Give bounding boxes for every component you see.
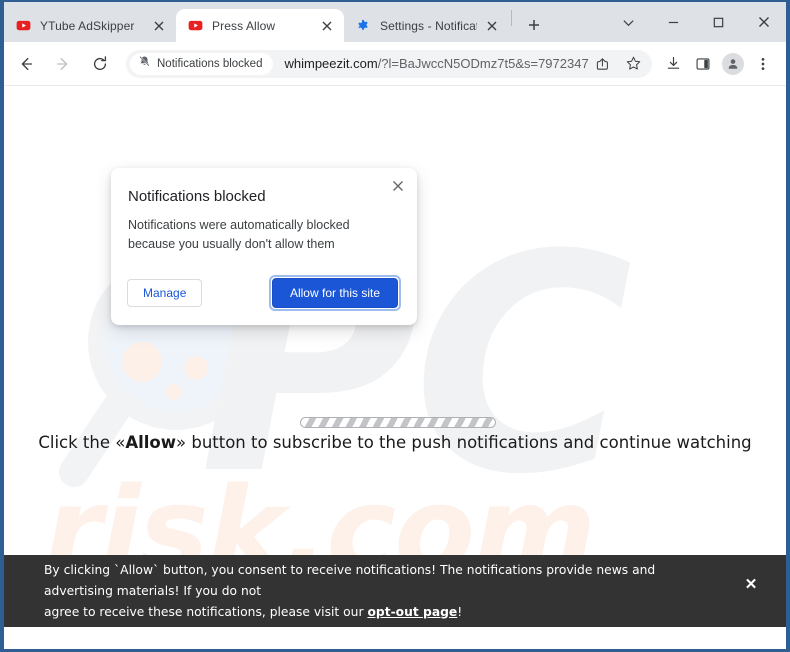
tab-close-icon[interactable]	[150, 17, 168, 35]
loading-progress-bar	[300, 417, 496, 428]
toolbar-actions	[658, 51, 778, 77]
bookmark-star-icon[interactable]	[620, 51, 646, 77]
bell-blocked-icon	[138, 55, 151, 73]
blocked-chip-label: Notifications blocked	[157, 57, 263, 70]
maximize-button[interactable]	[696, 2, 741, 42]
address-bar[interactable]: Notifications blocked whimpeezit.com/?l=…	[126, 49, 652, 78]
page-content: PC risk.com Click the «Allow» button to …	[4, 86, 786, 627]
settings-gear-icon	[355, 18, 371, 34]
bubble-body-text: Notifications were automatically blocked…	[128, 218, 350, 251]
banner-line2-before: agree to receive these notifications, pl…	[44, 604, 368, 619]
cta-before: Click the «	[38, 433, 126, 452]
tab-separator	[511, 10, 512, 26]
notifications-blocked-chip[interactable]: Notifications blocked	[130, 52, 274, 75]
url-host: whimpeezit.com	[284, 56, 378, 71]
tab-ytube-adskipper[interactable]: YTube AdSkipper	[4, 9, 176, 42]
tab-settings-notifications[interactable]: Settings - Notificatio	[344, 9, 509, 42]
browser-window: YTube AdSkipper Press Allow Settings - N…	[0, 0, 790, 652]
tab-title: YTube AdSkipper	[40, 18, 135, 33]
cta-after: » button to subscribe to the push notifi…	[176, 433, 752, 452]
banner-line1: By clicking `Allow` button, you consent …	[44, 562, 656, 598]
notifications-blocked-bubble: Notifications blocked Notifications were…	[111, 168, 417, 325]
tab-title: Press Allow	[212, 18, 276, 33]
consent-banner: By clicking `Allow` button, you consent …	[4, 555, 786, 627]
reload-button[interactable]	[86, 50, 114, 78]
consent-banner-text: By clicking `Allow` button, you consent …	[44, 560, 738, 623]
window-controls	[606, 2, 786, 42]
downloads-icon[interactable]	[660, 51, 686, 77]
tab-close-icon[interactable]	[483, 17, 501, 35]
opt-out-page-link[interactable]: opt-out page	[367, 605, 457, 619]
manage-button[interactable]: Manage	[127, 279, 203, 307]
cta-instruction-text: Click the «Allow» button to subscribe to…	[4, 433, 786, 452]
allow-button-focus-ring: Allow for this site	[268, 275, 401, 311]
profile-avatar[interactable]	[720, 51, 746, 77]
tab-title: Settings - Notificatio	[380, 18, 477, 33]
bubble-title: Notifications blocked	[128, 188, 266, 205]
url-text: whimpeezit.com/?l=BaJwccN5ODmz7t5&s=7972…	[284, 56, 588, 71]
youtube-icon	[15, 18, 31, 34]
side-panel-icon[interactable]	[690, 51, 716, 77]
allow-for-this-site-button[interactable]: Allow for this site	[271, 278, 398, 308]
new-tab-button[interactable]	[520, 11, 548, 39]
tab-press-allow[interactable]: Press Allow	[176, 9, 344, 42]
youtube-icon	[187, 18, 203, 34]
cta-bold-allow: Allow	[125, 433, 176, 452]
back-button[interactable]	[12, 50, 40, 78]
close-window-button[interactable]	[741, 2, 786, 42]
bubble-actions: Manage Allow for this site	[127, 275, 401, 311]
url-path: /?l=BaJwccN5ODmz7t5&s=7972347…	[377, 56, 588, 71]
forward-button	[49, 50, 77, 78]
browser-menu-icon[interactable]	[750, 51, 776, 77]
bubble-close-icon[interactable]	[387, 175, 409, 197]
banner-line2-after: !	[457, 604, 463, 619]
share-icon[interactable]	[590, 51, 616, 77]
tab-strip: YTube AdSkipper Press Allow Settings - N…	[4, 2, 786, 42]
tab-close-icon[interactable]	[318, 17, 336, 35]
minimize-button[interactable]	[651, 2, 696, 42]
banner-close-button[interactable]: ✕	[738, 571, 764, 597]
browser-toolbar: Notifications blocked whimpeezit.com/?l=…	[4, 42, 786, 86]
tab-search-button[interactable]	[606, 2, 651, 42]
